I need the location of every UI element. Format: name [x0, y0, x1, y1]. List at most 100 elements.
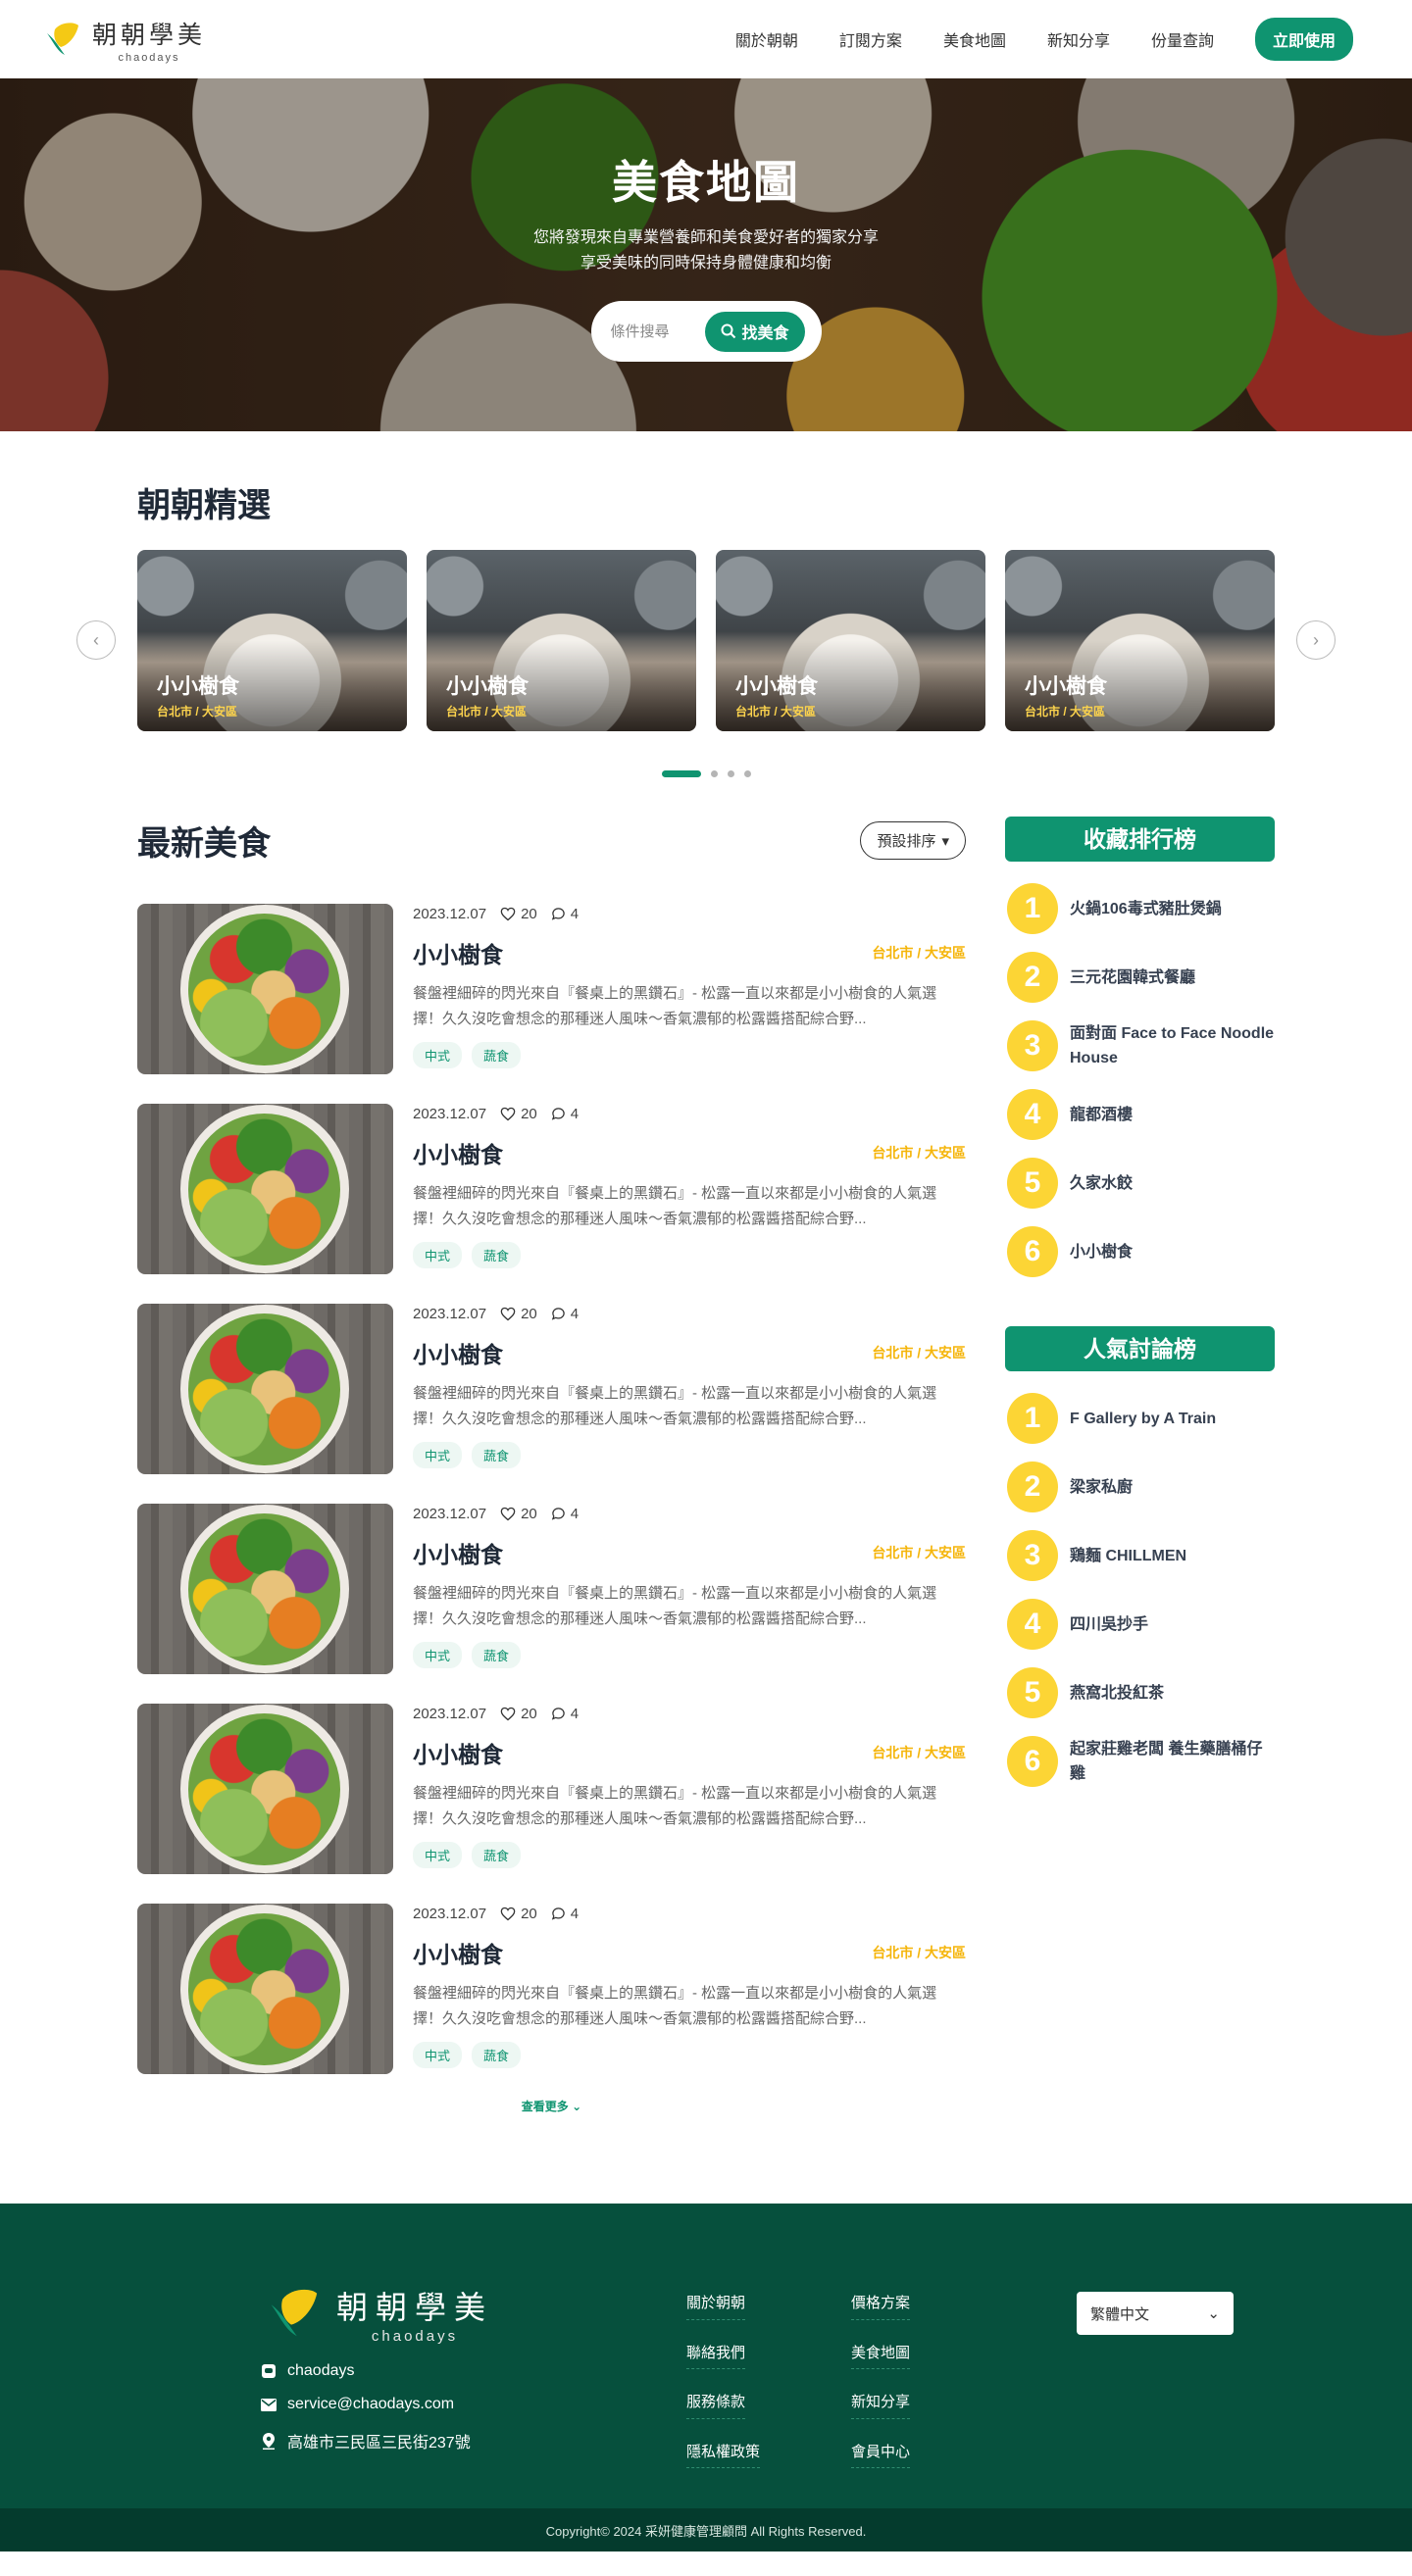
rank-item[interactable]: 6 小小樹食	[1005, 1224, 1275, 1279]
post-tag[interactable]: 蔬食	[472, 1642, 522, 1668]
comment-icon	[551, 1108, 565, 1120]
search-box: 找美食	[590, 301, 822, 362]
post-item[interactable]: 2023.12.07 20 4 小小樹食 台北市 / 大安區 餐盤裡細碎的閃光來…	[137, 1504, 966, 1674]
chevron-down-icon: ⌄	[572, 2100, 582, 2113]
footer-brand-cn: 朝朝學美	[336, 2288, 494, 2326]
like-count[interactable]: 20	[500, 906, 537, 922]
rank-item[interactable]: 4 四川吳抄手	[1005, 1597, 1275, 1652]
carousel-next-button[interactable]: ›	[1296, 620, 1336, 660]
footer-logo[interactable]: 朝朝學美 chaodays	[260, 2282, 686, 2345]
like-count[interactable]: 20	[500, 1306, 537, 1322]
featured-card[interactable]: 小小樹食 台北市 / 大安區	[1005, 550, 1275, 731]
post-tag[interactable]: 中式	[413, 1442, 463, 1468]
post-location: 台北市 / 大安區	[872, 1345, 966, 1361]
comment-count-value: 4	[570, 1506, 580, 1522]
post-tag[interactable]: 蔬食	[472, 1042, 522, 1068]
footer-link[interactable]: 價格方案	[851, 2292, 911, 2320]
nav-about[interactable]: 關於朝朝	[735, 27, 798, 51]
post-tag[interactable]: 中式	[413, 1842, 463, 1868]
search-input[interactable]	[610, 322, 689, 340]
rank-item[interactable]: 6 起家莊雞老闆 養生藥膳桶仔雞	[1005, 1734, 1275, 1789]
post-tag[interactable]: 中式	[413, 2042, 463, 2068]
footer-contact[interactable]: 高雄市三民區三民街237號	[260, 2429, 686, 2452]
like-count[interactable]: 20	[500, 1906, 537, 1922]
post-image[interactable]	[137, 1304, 393, 1474]
post-tag[interactable]: 中式	[413, 1042, 463, 1068]
comment-count[interactable]: 4	[551, 906, 579, 922]
footer-link[interactable]: 隱私權政策	[686, 2441, 761, 2468]
like-count[interactable]: 20	[500, 1706, 537, 1722]
post-item[interactable]: 2023.12.07 20 4 小小樹食 台北市 / 大安區 餐盤裡細碎的閃光來…	[137, 1704, 966, 1874]
post-title[interactable]: 小小樹食	[413, 1936, 503, 1969]
post-item[interactable]: 2023.12.07 20 4 小小樹食 台北市 / 大安區 餐盤裡細碎的閃光來…	[137, 1104, 966, 1274]
language-select[interactable]: 繁體中文 ⌄	[1077, 2292, 1234, 2335]
rank-item[interactable]: 3 面對面 Face to Face Noodle House	[1005, 1018, 1275, 1073]
comment-count[interactable]: 4	[551, 1306, 579, 1322]
post-tag[interactable]: 蔬食	[472, 2042, 522, 2068]
comment-icon	[551, 1907, 565, 1920]
post-title[interactable]: 小小樹食	[413, 1536, 503, 1569]
rank-item[interactable]: 2 三元花園韓式餐廳	[1005, 950, 1275, 1005]
post-tags: 中式 蔬食	[413, 1442, 966, 1468]
post-image[interactable]	[137, 1904, 393, 2074]
post-title[interactable]: 小小樹食	[413, 1336, 503, 1369]
post-image[interactable]	[137, 1504, 393, 1674]
nav-food-map[interactable]: 美食地圖	[943, 27, 1006, 51]
comment-count[interactable]: 4	[551, 1906, 579, 1922]
post-image[interactable]	[137, 1704, 393, 1874]
view-more-link[interactable]: 查看更多 ⌄	[522, 2100, 581, 2113]
footer-link[interactable]: 聯絡我們	[686, 2342, 746, 2369]
footer-link[interactable]: 服務條款	[686, 2391, 746, 2419]
post-tags: 中式 蔬食	[413, 1642, 966, 1668]
brand-logo[interactable]: 朝朝學美 chaodays	[39, 16, 206, 64]
featured-card[interactable]: 小小樹食 台北市 / 大安區	[716, 550, 985, 731]
like-count[interactable]: 20	[500, 1506, 537, 1522]
footer-link[interactable]: 關於朝朝	[686, 2292, 746, 2320]
footer-contact[interactable]: chaodays	[260, 2362, 686, 2380]
post-tag[interactable]: 蔬食	[472, 1442, 522, 1468]
post-title[interactable]: 小小樹食	[413, 1736, 503, 1769]
rank-item[interactable]: 1 火鍋106毒式豬肚煲鍋	[1005, 881, 1275, 936]
post-title[interactable]: 小小樹食	[413, 1136, 503, 1169]
footer-link[interactable]: 美食地圖	[851, 2342, 911, 2369]
rank-item[interactable]: 5 久家水餃	[1005, 1156, 1275, 1211]
chevron-left-icon: ‹	[93, 629, 99, 650]
comment-count[interactable]: 4	[551, 1506, 579, 1522]
rank-item[interactable]: 2 梁家私廚	[1005, 1460, 1275, 1514]
rank-name: 面對面 Face to Face Noodle House	[1070, 1025, 1275, 1066]
featured-card[interactable]: 小小樹食 台北市 / 大安區	[137, 550, 407, 731]
post-item[interactable]: 2023.12.07 20 4 小小樹食 台北市 / 大安區 餐盤裡細碎的閃光來…	[137, 1304, 966, 1474]
like-count[interactable]: 20	[500, 1106, 537, 1122]
comment-count[interactable]: 4	[551, 1106, 579, 1122]
post-tag[interactable]: 蔬食	[472, 1242, 522, 1268]
rank-item[interactable]: 1 F Gallery by A Train	[1005, 1391, 1275, 1446]
post-tag[interactable]: 蔬食	[472, 1842, 522, 1868]
carousel-dot[interactable]	[727, 770, 734, 777]
post-date: 2023.12.07	[413, 1106, 487, 1122]
footer-contact[interactable]: service@chaodays.com	[260, 2396, 686, 2413]
post-image[interactable]	[137, 1104, 393, 1274]
carousel-dot[interactable]	[743, 770, 751, 777]
start-now-button[interactable]: 立即使用	[1254, 18, 1353, 61]
nav-portion[interactable]: 份量查詢	[1151, 27, 1214, 51]
rank-item[interactable]: 5 燕窩北投紅茶	[1005, 1665, 1275, 1720]
nav-news[interactable]: 新知分享	[1047, 27, 1110, 51]
find-food-button[interactable]: 找美食	[705, 311, 805, 352]
rank-item[interactable]: 4 龍都酒樓	[1005, 1087, 1275, 1142]
carousel-dot[interactable]	[661, 770, 701, 777]
post-item[interactable]: 2023.12.07 20 4 小小樹食 台北市 / 大安區 餐盤裡細碎的閃光來…	[137, 1904, 966, 2074]
nav-plans[interactable]: 訂閱方案	[839, 27, 902, 51]
sort-dropdown[interactable]: 預設排序 ▾	[860, 821, 966, 860]
post-tag[interactable]: 中式	[413, 1242, 463, 1268]
footer-link[interactable]: 會員中心	[851, 2441, 911, 2468]
post-item[interactable]: 2023.12.07 20 4 小小樹食 台北市 / 大安區 餐盤裡細碎的閃光來…	[137, 904, 966, 1074]
post-tag[interactable]: 中式	[413, 1642, 463, 1668]
carousel-prev-button[interactable]: ‹	[76, 620, 116, 660]
post-image[interactable]	[137, 904, 393, 1074]
featured-card[interactable]: 小小樹食 台北市 / 大安區	[427, 550, 696, 731]
rank-item[interactable]: 3 鶏麵 CHILLMEN	[1005, 1528, 1275, 1583]
footer-link[interactable]: 新知分享	[851, 2391, 911, 2419]
comment-count[interactable]: 4	[551, 1706, 579, 1722]
post-title[interactable]: 小小樹食	[413, 936, 503, 969]
carousel-dot[interactable]	[710, 770, 718, 777]
